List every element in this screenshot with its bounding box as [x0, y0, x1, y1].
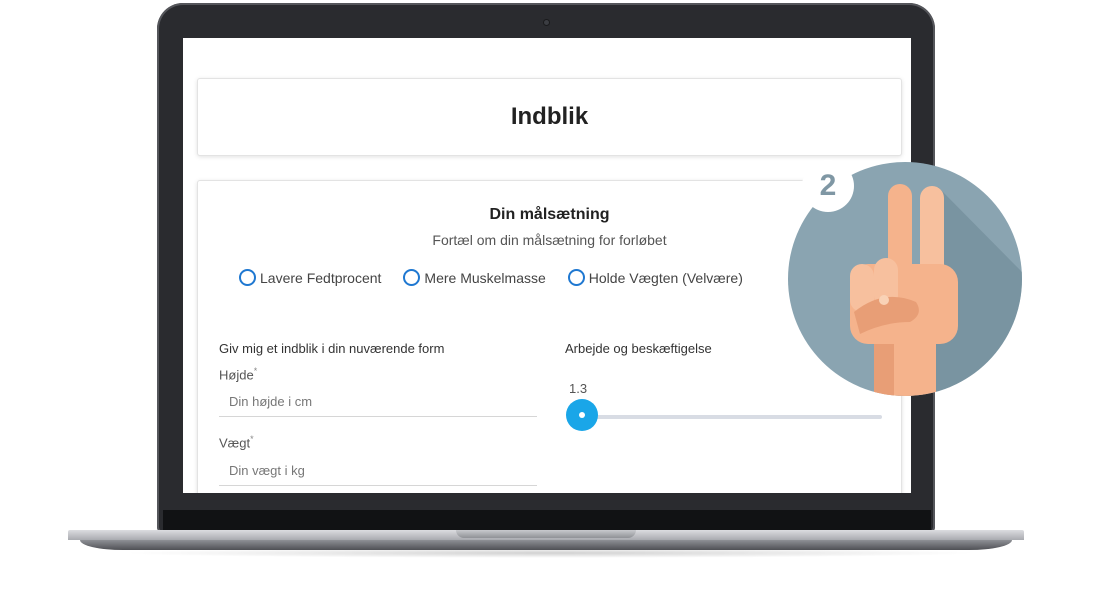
- weight-label-text: Vægt: [219, 435, 251, 451]
- goal-option-fat[interactable]: Lavere Fedtprocent: [239, 269, 381, 286]
- goal-option-label: Holde Vægten (Velvære): [588, 269, 743, 286]
- height-label-text: Højde: [219, 367, 254, 383]
- camera-icon: [544, 20, 549, 25]
- weight-field-wrap: [219, 455, 537, 486]
- goal-options: Lavere Fedtprocent Mere Muskelmasse Hold…: [239, 269, 765, 286]
- laptop-base-bottom: [80, 540, 1012, 550]
- title-card: Indblik: [197, 78, 902, 156]
- goal-option-label: Lavere Fedtprocent: [260, 269, 382, 286]
- radio-circle-icon[interactable]: [567, 269, 585, 286]
- page-title: Indblik: [510, 103, 589, 130]
- slider-value: 1.3: [569, 381, 588, 396]
- required-mark: *: [253, 366, 258, 376]
- required-mark: *: [250, 434, 254, 444]
- activity-slider-thumb[interactable]: [566, 399, 598, 431]
- radio-circle-icon[interactable]: [403, 269, 421, 286]
- current-form-heading: Giv mig et indblik i din nuværende form: [219, 341, 445, 356]
- laptop-notch: [456, 530, 636, 538]
- goal-option-label: Mere Muskelmasse: [424, 269, 546, 286]
- height-field-wrap: [219, 386, 537, 417]
- work-heading: Arbejde og beskæftigelse: [565, 341, 712, 356]
- step-number: 2: [802, 160, 854, 212]
- weight-input[interactable]: [219, 455, 529, 485]
- form-card: Din målsætning Fortæl om din målsætning …: [197, 180, 902, 493]
- height-input[interactable]: [219, 386, 529, 416]
- height-label: Højde*: [219, 366, 257, 382]
- goal-option-muscle[interactable]: Mere Muskelmasse: [403, 269, 546, 286]
- goal-option-maintain[interactable]: Holde Vægten (Velvære): [567, 269, 743, 286]
- weight-label: Vægt*: [219, 434, 254, 450]
- laptop-chin: [163, 510, 931, 530]
- activity-slider-track[interactable]: [582, 415, 882, 419]
- goal-title: Din målsætning: [489, 206, 610, 223]
- radio-circle-icon[interactable]: [239, 269, 256, 286]
